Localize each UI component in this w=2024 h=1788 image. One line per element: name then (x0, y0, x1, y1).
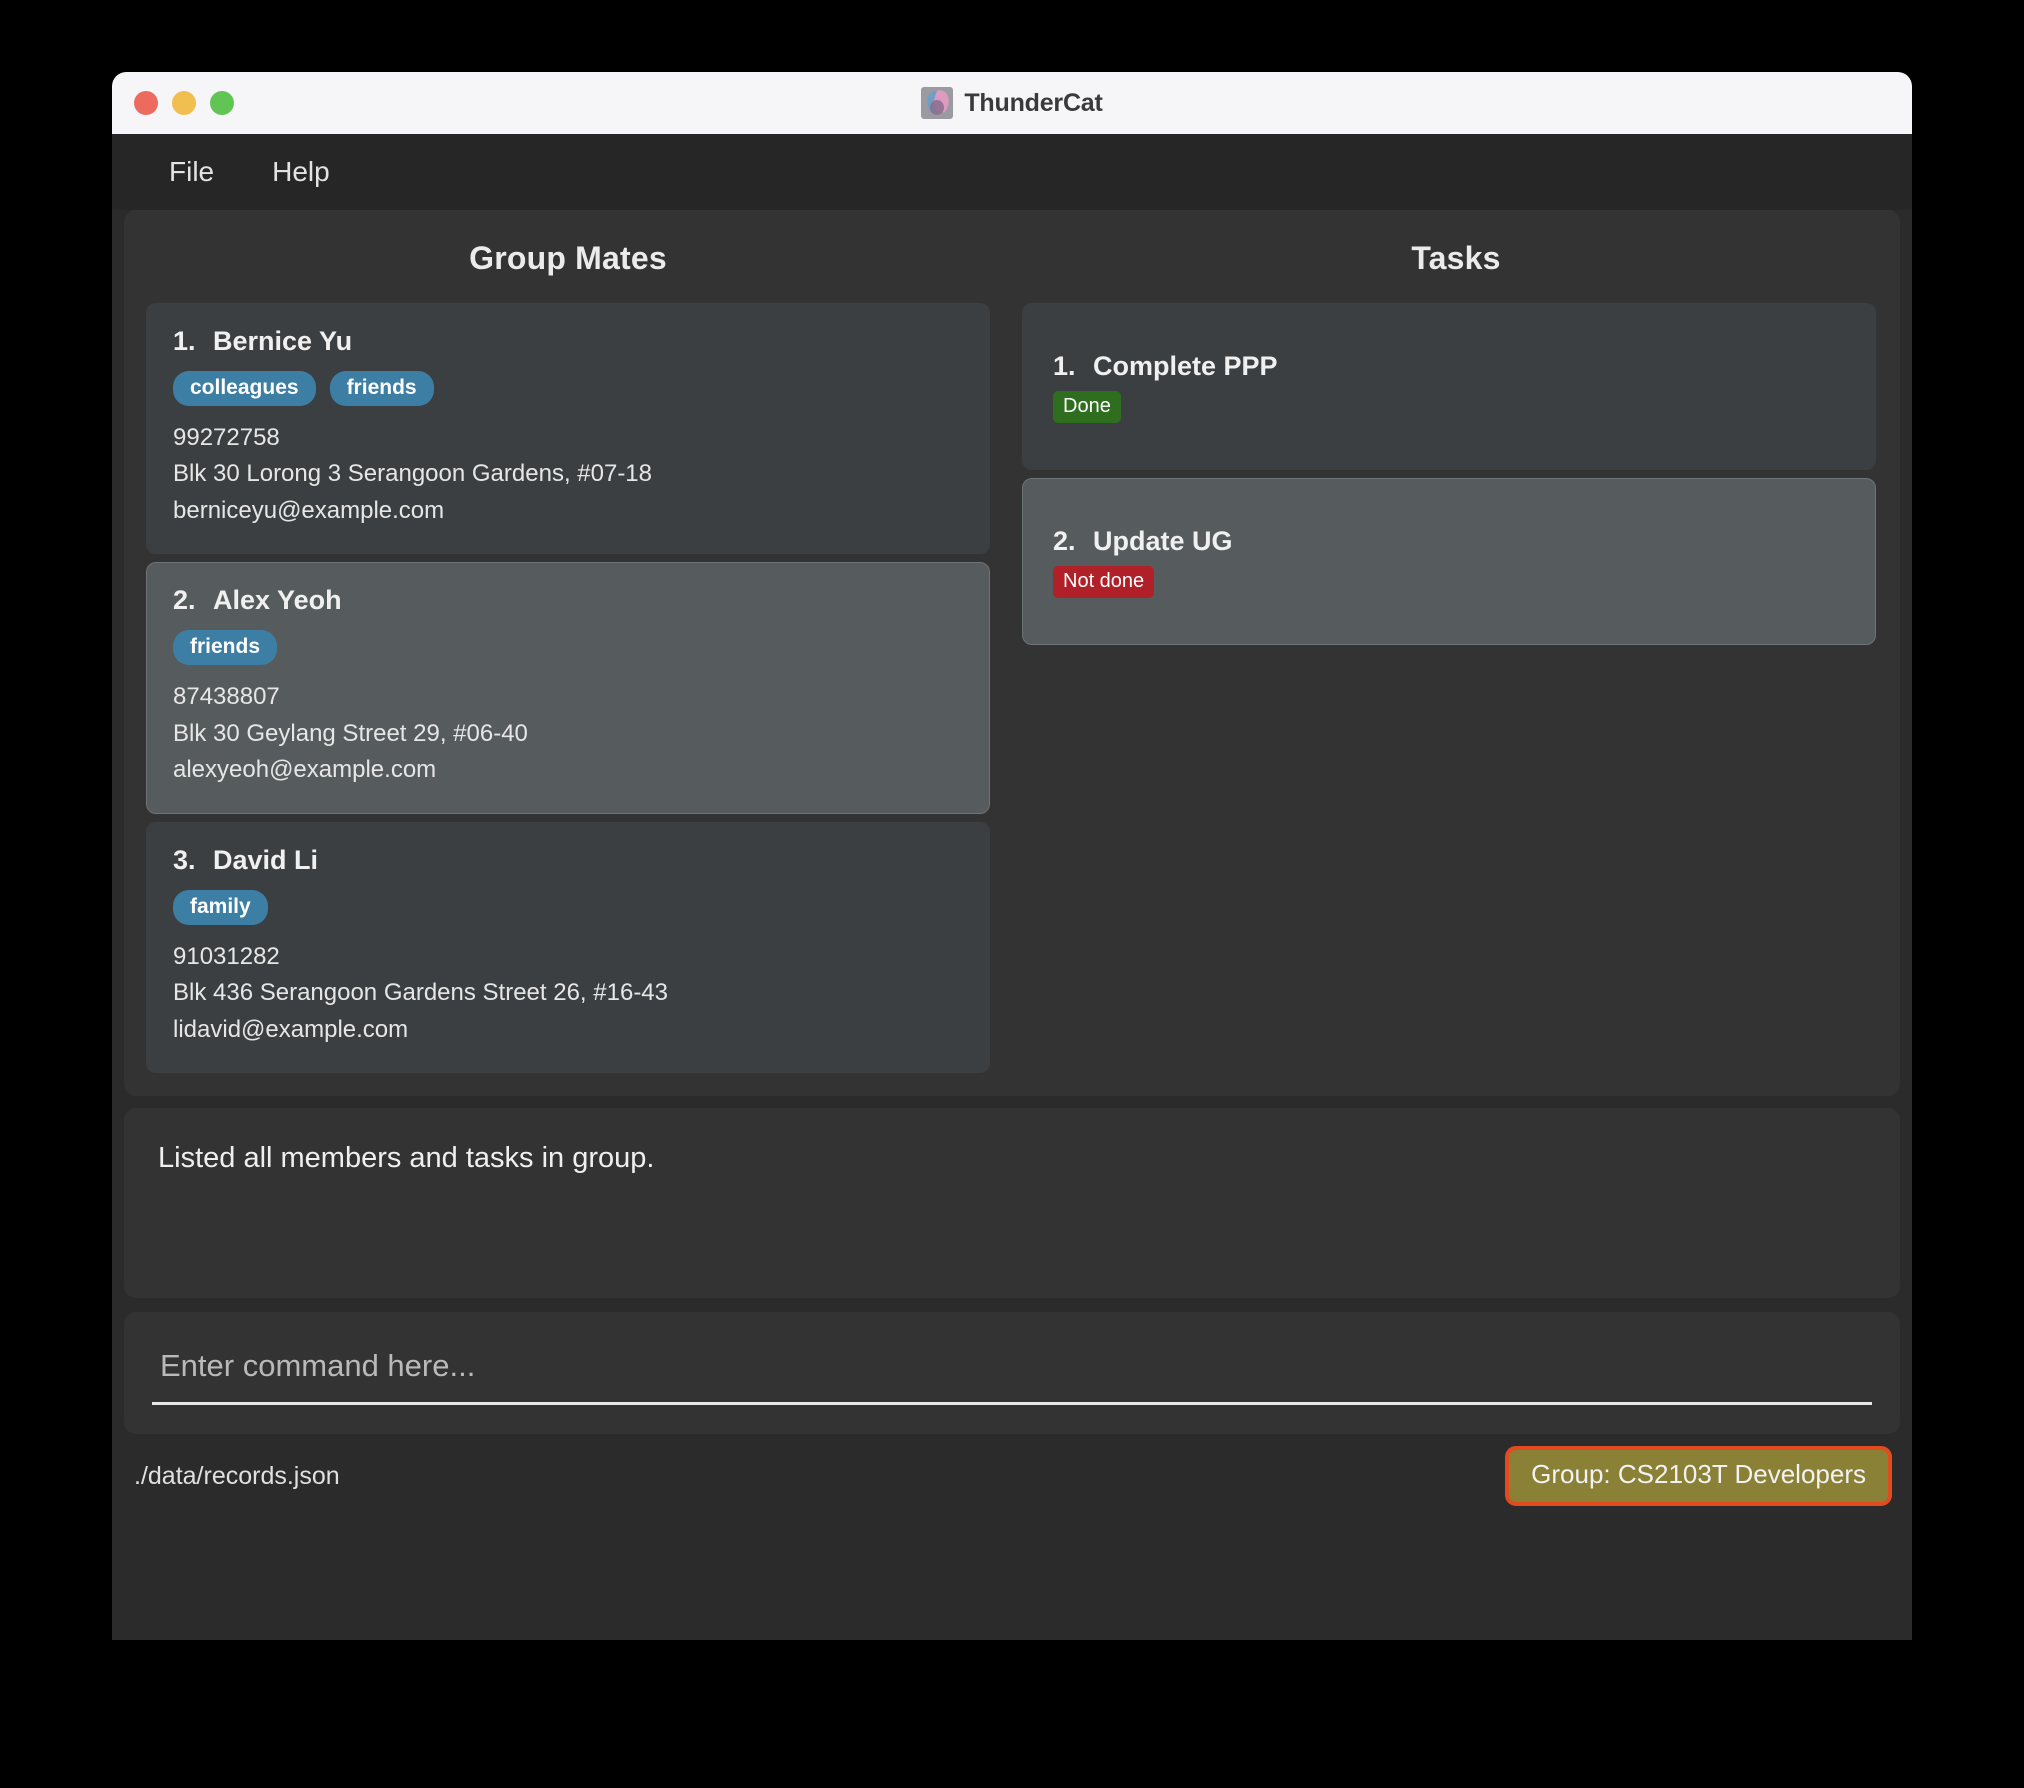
group-mate-title: 1. Bernice Yu (173, 326, 963, 357)
group-status-badge: Group: CS2103T Developers (1505, 1446, 1892, 1506)
group-mate-card[interactable]: 3. David Li family 91031282 Blk 436 Sera… (146, 821, 990, 1074)
group-mate-phone: 99272758 (173, 424, 280, 451)
window-title: ThunderCat (964, 88, 1103, 117)
group-mate-card[interactable]: 1. Bernice Yu colleagues friends 9927275… (146, 303, 990, 555)
lists-panel: Group Mates 1. Bernice Yu colleagues fri… (124, 210, 1900, 1096)
task-index: 1. (1053, 350, 1076, 381)
task-card[interactable]: 1. Complete PPP Done (1022, 303, 1876, 470)
main-content: Group Mates 1. Bernice Yu colleagues fri… (112, 210, 1912, 1518)
group-mate-name: David Li (213, 844, 319, 875)
group-mate-email: berniceyu@example.com (173, 496, 445, 524)
task-name: Update UG (1093, 525, 1233, 556)
group-mate-address: Blk 30 Geylang Street 29, #06-40 (173, 719, 528, 747)
task-status-badge: Not done (1053, 565, 1155, 598)
menu-item-help[interactable]: Help (249, 149, 353, 195)
tag-chip[interactable]: friends (329, 371, 434, 406)
group-mates-header: Group Mates (469, 240, 667, 276)
result-display-panel: Listed all members and tasks in group. (124, 1108, 1900, 1298)
group-mates-list: 1. Bernice Yu colleagues friends 9927275… (124, 303, 1012, 1074)
group-mate-card-selected[interactable]: 2. Alex Yeoh friends 87438807 Blk 30 Gey… (146, 562, 990, 814)
task-title: 2. Update UG (1053, 526, 1845, 557)
group-mate-address: Blk 30 Lorong 3 Serangoon Gardens, #07-1… (173, 460, 653, 488)
task-status-badge: Done (1053, 390, 1121, 423)
menu-item-file[interactable]: File (146, 149, 237, 195)
menu-bar: File Help (112, 134, 1912, 210)
save-location-status: ./data/records.json (134, 1461, 340, 1490)
result-message: Listed all members and tasks in group. (158, 1142, 655, 1174)
command-input[interactable] (152, 1341, 1872, 1405)
group-mate-tags: family (173, 889, 963, 925)
group-mate-email: alexyeoh@example.com (173, 756, 437, 784)
group-mate-index: 2. (173, 585, 196, 616)
tasks-header: Tasks (1411, 240, 1501, 276)
thundercat-logo-icon (921, 87, 954, 119)
window-title-group: ThunderCat (112, 87, 1912, 119)
group-mate-tags: friends (173, 630, 963, 666)
task-index: 2. (1053, 525, 1076, 556)
group-mate-name: Alex Yeoh (213, 585, 342, 616)
group-mate-tags: colleagues friends (173, 371, 963, 406)
status-bar: ./data/records.json Group: CS2103T Devel… (124, 1434, 1900, 1518)
group-mate-index: 1. (173, 326, 196, 356)
application-window: ThunderCat File Help Group Mates 1. Bern… (112, 72, 1912, 1640)
group-mate-phone: 87438807 (173, 683, 280, 711)
group-mate-title: 2. Alex Yeoh (173, 585, 963, 616)
task-card-selected[interactable]: 2. Update UG Not done (1022, 478, 1876, 645)
group-mate-title: 3. David Li (173, 845, 963, 876)
task-title: 1. Complete PPP (1053, 351, 1845, 382)
tag-chip[interactable]: friends (173, 630, 278, 666)
group-mate-address: Blk 436 Serangoon Gardens Street 26, #16… (173, 979, 668, 1007)
tasks-column: Tasks 1. Complete PPP Done 2. Update UG (1012, 210, 1900, 1096)
task-name: Complete PPP (1093, 350, 1278, 381)
tag-chip[interactable]: colleagues (173, 371, 316, 406)
group-mate-email: lidavid@example.com (173, 1015, 409, 1043)
tasks-list: 1. Complete PPP Done 2. Update UG Not do… (1012, 303, 1900, 645)
group-mate-phone: 91031282 (173, 942, 280, 970)
command-box-panel[interactable] (124, 1312, 1900, 1434)
group-mates-column: Group Mates 1. Bernice Yu colleagues fri… (124, 210, 1012, 1096)
window-titlebar: ThunderCat (112, 72, 1912, 134)
tag-chip[interactable]: family (173, 889, 268, 925)
group-mate-index: 3. (173, 844, 196, 875)
group-mate-name: Bernice Yu (213, 326, 353, 356)
